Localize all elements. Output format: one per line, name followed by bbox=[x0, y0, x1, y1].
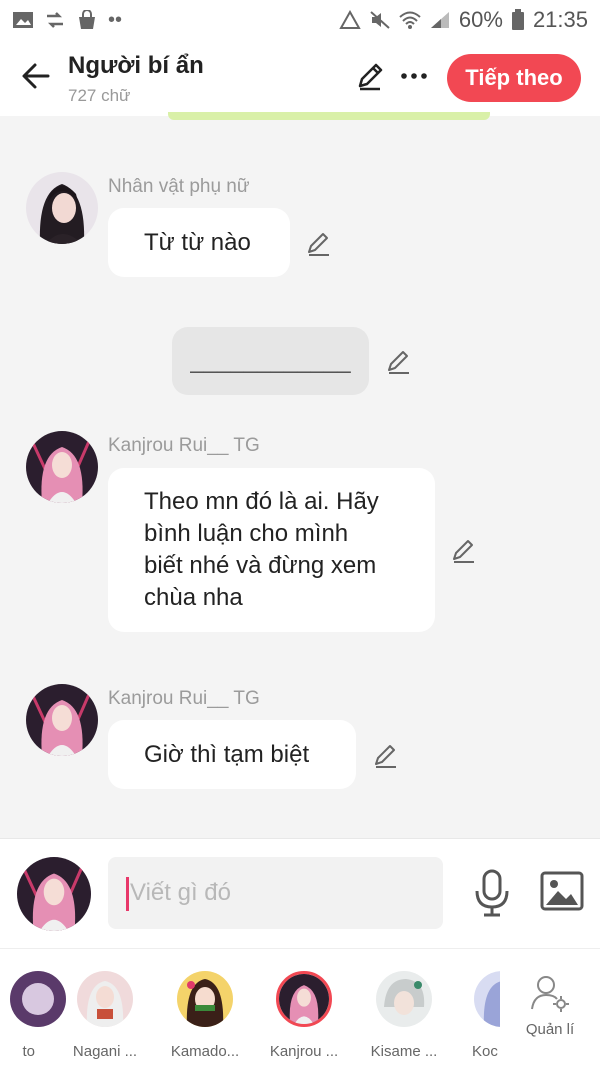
composer-bar: Viết gì đó bbox=[0, 838, 600, 948]
message-line: bình luận cho mình bbox=[144, 520, 349, 547]
character-item[interactable]: Kamado... bbox=[155, 971, 255, 1060]
character-avatar bbox=[376, 971, 432, 1027]
edit-message-icon[interactable] bbox=[450, 536, 478, 564]
manage-label: Quản lí bbox=[525, 1021, 575, 1038]
edit-message-icon[interactable] bbox=[372, 741, 400, 769]
next-button[interactable]: Tiếp theo bbox=[447, 54, 581, 102]
character-item[interactable]: Kanjrou ... bbox=[254, 971, 354, 1060]
edit-message-icon[interactable] bbox=[305, 229, 333, 257]
message-line: Theo mn đó là ai. Hãy bbox=[144, 488, 379, 515]
kanjrou-avatar[interactable] bbox=[26, 684, 98, 756]
character-name: Kamado... bbox=[170, 1043, 240, 1060]
character-item[interactable]: Nagani ... bbox=[55, 971, 155, 1060]
text-cursor bbox=[126, 877, 129, 911]
character-avatar bbox=[474, 971, 500, 1027]
narration-bubble[interactable]: ____________ bbox=[172, 327, 369, 395]
character-avatar bbox=[77, 971, 133, 1027]
clock: 21:35 bbox=[532, 7, 588, 32]
mute-icon bbox=[370, 11, 390, 29]
character-avatar bbox=[177, 971, 233, 1027]
message-line: chùa nha bbox=[144, 584, 243, 611]
status-bar: •• 60% 21:35 bbox=[0, 0, 600, 40]
message-bubble[interactable]: Giờ thì tạm biệt bbox=[108, 720, 356, 789]
character-name: Koc bbox=[472, 1043, 498, 1060]
message-bubble[interactable]: Từ từ nào bbox=[108, 208, 290, 277]
character-name: Nagani ... bbox=[72, 1043, 138, 1060]
page-title: Người bí ẩn bbox=[68, 52, 204, 79]
user-settings-icon bbox=[531, 976, 569, 1012]
female-character-avatar[interactable] bbox=[26, 172, 98, 244]
character-strip: to Nagani ... Kamado... Kanjrou ... Kisa… bbox=[0, 948, 600, 1067]
battery-icon bbox=[511, 9, 524, 30]
character-name: Kanjrou ... bbox=[269, 1043, 339, 1060]
previous-message-edge bbox=[168, 112, 490, 120]
character-avatar-selected bbox=[276, 971, 332, 1027]
battery-percent: 60% bbox=[458, 7, 503, 32]
signal-icon bbox=[430, 12, 449, 28]
gallery-icon bbox=[13, 12, 33, 28]
character-name: to bbox=[22, 1043, 35, 1060]
current-character-avatar[interactable] bbox=[17, 857, 91, 931]
header: Người bí ẩn 727 chữ Tiếp theo bbox=[0, 40, 600, 116]
manage-characters-button[interactable]: Quản lí bbox=[520, 973, 580, 1038]
share-icon bbox=[47, 12, 63, 28]
more-options-icon[interactable] bbox=[398, 60, 430, 92]
message-line: biết nhé và đừng xem bbox=[144, 552, 377, 579]
bag-icon bbox=[79, 10, 95, 29]
kanjrou-avatar[interactable] bbox=[26, 431, 98, 503]
character-item[interactable]: Kisame ... bbox=[354, 971, 454, 1060]
sender-name: Kanjrou Rui__ TG bbox=[108, 435, 260, 456]
sender-name: Kanjrou Rui__ TG bbox=[108, 688, 260, 709]
word-count: 727 chữ bbox=[68, 86, 131, 105]
sender-name: Nhân vật phụ nữ bbox=[108, 176, 250, 197]
dots-icon: •• bbox=[108, 8, 123, 31]
wifi-icon bbox=[399, 11, 421, 29]
edit-message-icon[interactable] bbox=[385, 347, 413, 375]
message-bubble[interactable]: Theo mn đó là ai. Hãy bình luận cho mình… bbox=[108, 468, 435, 632]
character-item[interactable]: Koc bbox=[450, 971, 500, 1060]
edit-pencil-icon[interactable] bbox=[354, 60, 386, 92]
recycle-icon bbox=[339, 10, 361, 29]
input-placeholder: Viết gì đó bbox=[130, 879, 231, 906]
character-name: Kisame ... bbox=[370, 1043, 438, 1060]
microphone-icon[interactable] bbox=[472, 869, 512, 917]
image-icon[interactable] bbox=[540, 871, 584, 911]
back-arrow-icon[interactable] bbox=[18, 58, 54, 94]
message-input[interactable]: Viết gì đó bbox=[108, 857, 443, 929]
character-item[interactable]: to bbox=[0, 971, 66, 1060]
